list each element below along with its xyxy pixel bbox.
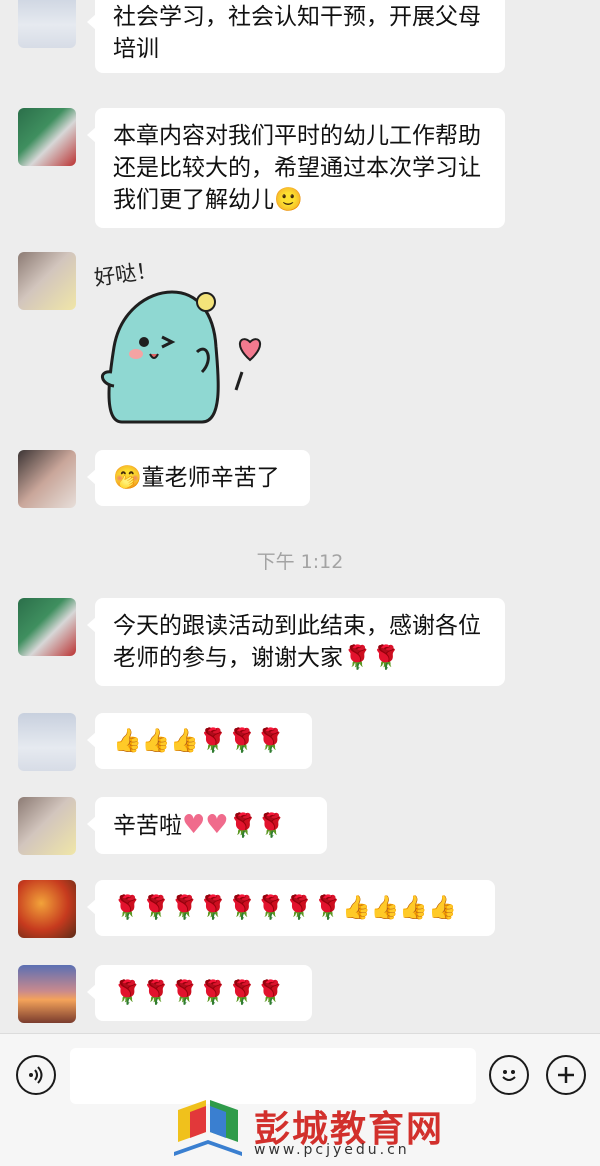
chat-area[interactable]: 社会学习，社会认知干预，开展父母培训 本章内容对我们平时的幼儿工作帮助还是比较大… xyxy=(0,0,600,1033)
emoji-message: 🌹🌹🌹🌹🌹🌹🌹🌹👍👍👍👍 xyxy=(113,895,457,921)
avatar[interactable] xyxy=(18,797,76,855)
timestamp: 下午 1:12 xyxy=(256,551,344,573)
smiley-icon xyxy=(502,1070,516,1081)
avatar[interactable] xyxy=(18,965,76,1023)
message-bubble[interactable]: 👍👍👍🌹🌹🌹 xyxy=(87,713,312,769)
avatar[interactable] xyxy=(18,0,76,48)
message-bubble[interactable]: 今天的跟读活动到此结束，感谢各位老师的参与，谢谢大家🌹🌹 xyxy=(87,598,505,686)
emoji-icon[interactable] xyxy=(489,1055,529,1095)
message-bubble[interactable]: 本章内容对我们平时的幼儿工作帮助还是比较大的，希望通过本次学习让我们更了解幼儿🙂 xyxy=(87,108,505,228)
message-text: 董老师辛苦了 xyxy=(141,465,280,491)
avatar[interactable] xyxy=(18,450,76,508)
avatar[interactable] xyxy=(18,108,76,166)
voice-waves-icon xyxy=(29,1066,43,1084)
emoji-message: 🌹🌹🌹🌹🌹🌹 xyxy=(113,980,285,1006)
hug-emoji: 🤭 xyxy=(113,465,142,491)
avatar[interactable] xyxy=(18,713,76,771)
avatar[interactable] xyxy=(18,252,76,310)
message-text: 社会学习，社会认知干预，开展父母培训 xyxy=(113,4,481,62)
message-text: 辛苦啦 xyxy=(113,813,182,839)
message-bubble[interactable]: 🤭董老师辛苦了 xyxy=(87,450,310,506)
message-bubble[interactable]: 🌹🌹🌹🌹🌹🌹🌹🌹👍👍👍👍 xyxy=(87,880,495,936)
rose-emoji: 🌹🌹 xyxy=(228,813,286,839)
watermark: 彭城教育网 www.pcjyedu.cn xyxy=(168,1092,458,1160)
rose-emoji: 🌹🌹 xyxy=(343,645,401,671)
message-text: 今天的跟读活动到此结束，感谢各位老师的参与，谢谢大家 xyxy=(113,613,481,671)
book-logo-icon xyxy=(174,1100,242,1156)
avatar[interactable] xyxy=(18,598,76,656)
emoji-message: 👍👍👍🌹🌹🌹 xyxy=(113,728,285,754)
message-bubble[interactable]: 社会学习，社会认知干预，开展父母培训 xyxy=(87,0,505,73)
smile-emoji: 🙂 xyxy=(274,187,303,213)
plus-sign-icon xyxy=(558,1067,574,1083)
plus-icon[interactable] xyxy=(546,1055,586,1095)
message-bubble[interactable]: 🌹🌹🌹🌹🌹🌹 xyxy=(87,965,312,1021)
voice-icon[interactable] xyxy=(16,1055,56,1095)
avatar[interactable] xyxy=(18,880,76,938)
message-bubble[interactable]: 辛苦啦♥♥🌹🌹 xyxy=(87,797,327,854)
heart-emoji: ♥♥ xyxy=(182,810,229,840)
watermark-url: www.pcjyedu.cn xyxy=(254,1142,410,1158)
